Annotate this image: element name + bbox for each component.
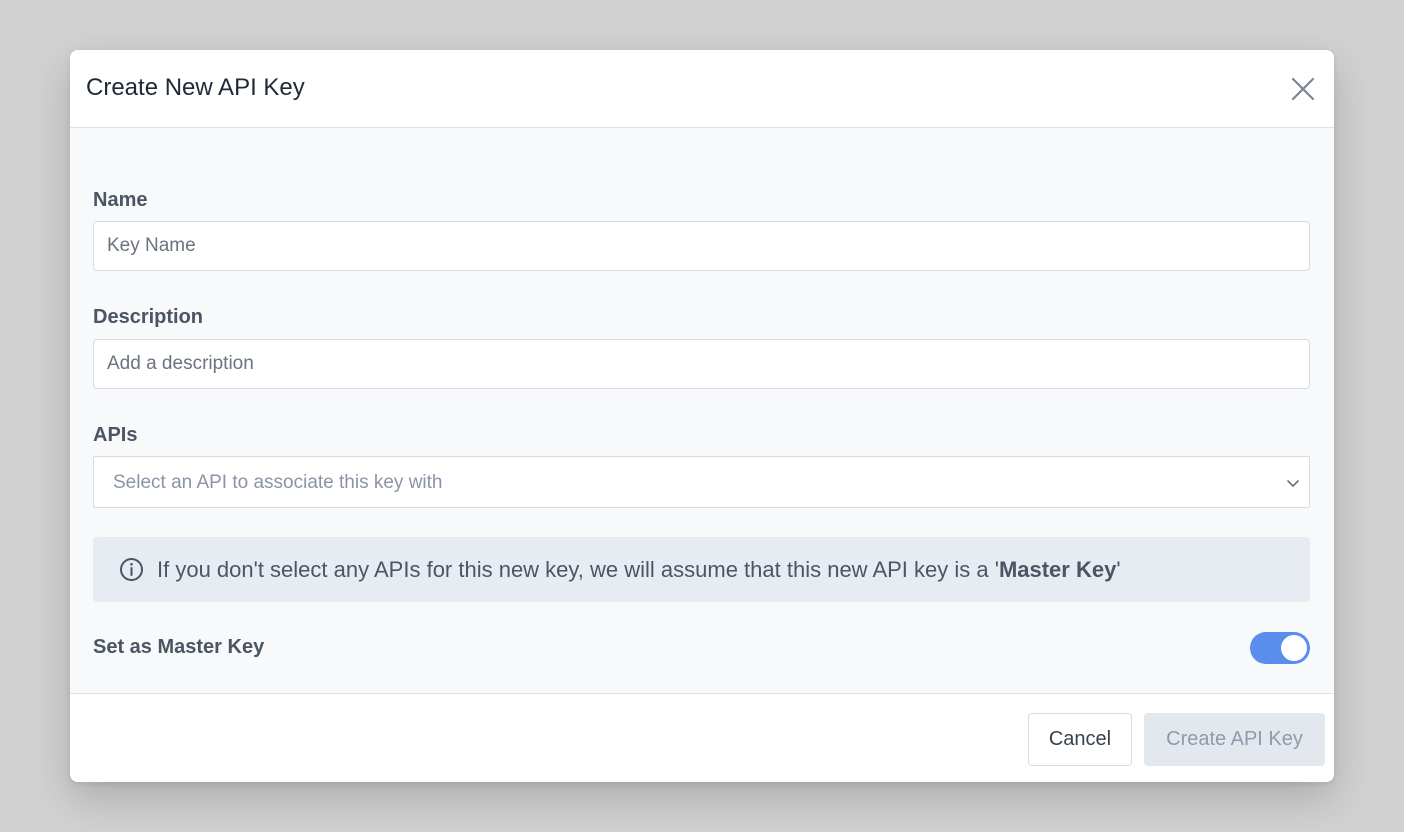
info-icon — [120, 558, 143, 581]
create-api-key-dialog: Create New API Key Name Description APIs… — [70, 50, 1334, 782]
chevron-down-icon — [1287, 480, 1299, 487]
master-key-toggle[interactable] — [1250, 632, 1310, 664]
info-text-before: If you don't select any APIs for this ne… — [157, 557, 999, 582]
info-text: If you don't select any APIs for this ne… — [157, 557, 1121, 583]
dialog-footer: Cancel Create API Key — [70, 693, 1334, 782]
cancel-button[interactable]: Cancel — [1028, 713, 1132, 766]
close-button[interactable] — [1289, 75, 1317, 103]
name-input[interactable] — [93, 221, 1310, 271]
master-key-info-notice: If you don't select any APIs for this ne… — [93, 537, 1310, 602]
apis-select-placeholder: Select an API to associate this key with — [113, 472, 443, 493]
master-key-toggle-label: Set as Master Key — [93, 636, 265, 658]
info-text-after: ' — [1116, 557, 1121, 582]
apis-label: APIs — [93, 424, 138, 446]
create-api-key-button[interactable]: Create API Key — [1144, 713, 1325, 766]
close-icon — [1291, 77, 1315, 101]
info-text-emphasis: Master Key — [998, 557, 1117, 582]
dialog-header: Create New API Key — [70, 50, 1334, 128]
name-label: Name — [93, 189, 148, 211]
description-label: Description — [93, 306, 204, 328]
description-input[interactable] — [93, 339, 1310, 389]
toggle-knob — [1281, 635, 1307, 661]
apis-select[interactable]: Select an API to associate this key with — [93, 456, 1310, 508]
dialog-title: Create New API Key — [86, 74, 305, 101]
